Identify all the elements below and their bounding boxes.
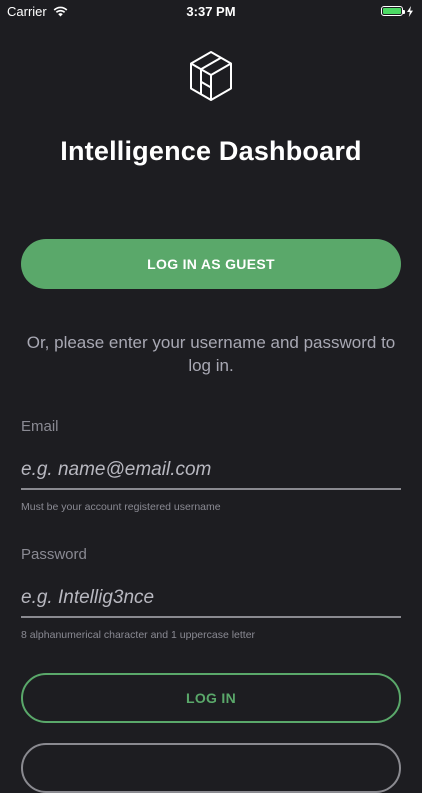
secondary-button[interactable] bbox=[21, 743, 401, 793]
wifi-icon bbox=[53, 6, 68, 16]
status-right bbox=[381, 5, 422, 17]
battery-icon bbox=[381, 6, 405, 16]
status-left: Carrier bbox=[0, 4, 68, 19]
password-field[interactable] bbox=[21, 580, 401, 618]
login-instructions: Or, please enter your username and passw… bbox=[26, 333, 396, 375]
battery-fill bbox=[383, 8, 401, 14]
email-label: Email bbox=[21, 418, 59, 435]
login-button[interactable]: LOG IN bbox=[21, 673, 401, 723]
email-hint: Must be your account registered username bbox=[21, 501, 221, 513]
password-label: Password bbox=[21, 546, 87, 563]
charging-bolt-icon bbox=[407, 5, 413, 17]
carrier-label: Carrier bbox=[7, 3, 47, 19]
login-as-guest-button[interactable]: LOG IN AS GUEST bbox=[21, 239, 401, 289]
status-bar: Carrier 3:37 PM bbox=[0, 0, 422, 22]
email-field[interactable] bbox=[21, 452, 401, 490]
hexagon-cube-icon bbox=[190, 51, 232, 101]
page-title: Intelligence Dashboard bbox=[60, 136, 362, 166]
password-hint: 8 alphanumerical character and 1 upperca… bbox=[21, 629, 256, 641]
